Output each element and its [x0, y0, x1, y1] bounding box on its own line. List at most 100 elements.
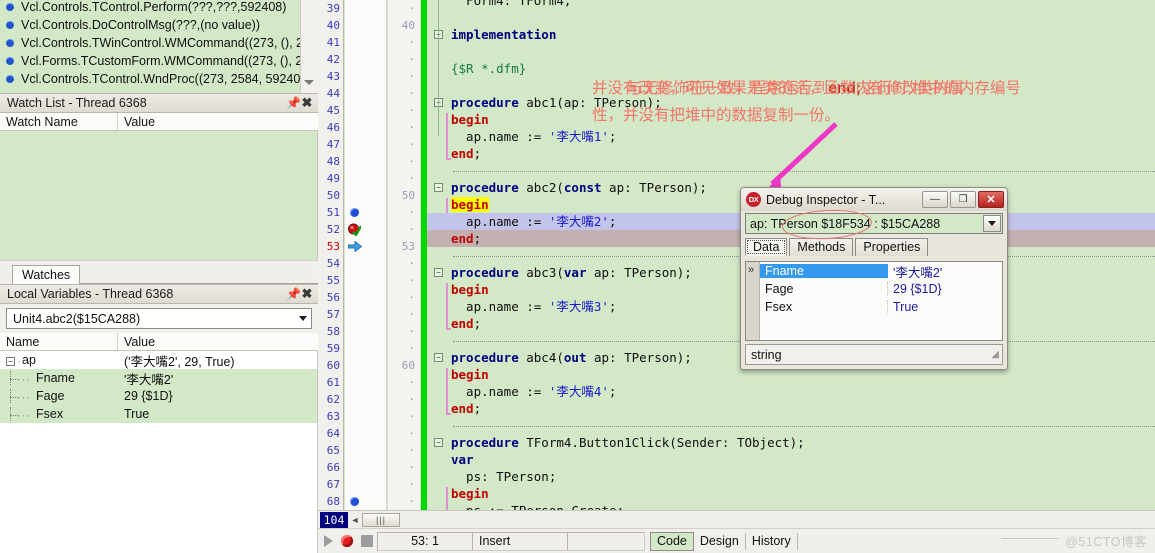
tab-watches[interactable]: Watches [12, 265, 81, 284]
gutter-marker-slot[interactable] [345, 459, 386, 476]
view-tab-history[interactable]: History [746, 532, 798, 550]
view-tab-code[interactable]: Code [650, 531, 694, 551]
inspector-tab-methods[interactable]: Methods [789, 238, 854, 256]
gutter-marker-slot[interactable] [345, 408, 386, 425]
inspector-expression-combo[interactable]: ap: TPerson $18F534 : $15CA288 [745, 207, 1003, 242]
breakpoint-verified-icon[interactable] [348, 223, 361, 236]
gutter-marker-slot[interactable] [345, 323, 386, 340]
inspector-tab-data[interactable]: Data [745, 238, 788, 256]
code-line[interactable] [427, 77, 1155, 94]
maximize-button[interactable]: ❐ [950, 191, 976, 208]
chevron-down-icon[interactable] [294, 309, 311, 328]
gutter-marker-slot[interactable] [345, 255, 386, 272]
gutter-marker-slot[interactable] [345, 289, 386, 306]
gutter-marker-slot[interactable] [345, 374, 386, 391]
gutter-marker-slot[interactable] [345, 340, 386, 357]
gutter-marker-slot[interactable] [345, 476, 386, 493]
gutter-marker-slot[interactable] [345, 85, 386, 102]
call-stack-scrollbar[interactable] [300, 0, 318, 93]
inspector-row[interactable]: Fname '李大嘴2' [760, 262, 1002, 280]
column-header-name[interactable]: Name [0, 333, 118, 350]
code-line[interactable]: begin [427, 485, 1155, 502]
run-icon[interactable] [324, 535, 333, 547]
scrollbar-thumb[interactable]: ||| [362, 512, 400, 527]
code-editor[interactable]: 39 40 41 42 43 44 45 46 47 48 49 50 51 52 53 54 55 56 57 58… [318, 0, 1155, 516]
gutter-marker-slot[interactable] [345, 51, 386, 68]
code-line[interactable]: implementation [427, 26, 1155, 43]
column-header-watch-name[interactable]: Watch Name [0, 113, 118, 130]
breakpoint-icon[interactable] [350, 497, 359, 506]
gutter-marker-slot[interactable] [345, 442, 386, 459]
close-icon[interactable]: ✖ [300, 95, 314, 111]
scroll-down-arrow-icon[interactable] [304, 80, 314, 85]
breakpoint-gutter[interactable] [345, 0, 387, 516]
gutter-marker-slot[interactable] [345, 425, 386, 442]
code-line[interactable]: ps: TPerson; [427, 468, 1155, 485]
code-line[interactable]: ap.name := '李大嘴1'; [427, 128, 1155, 145]
gutter-marker-slot[interactable] [345, 272, 386, 289]
call-stack-row[interactable]: Vcl.Controls.TControl.WndProc((273, 2584… [0, 70, 318, 88]
minimize-button[interactable]: — [922, 191, 948, 208]
gutter-marker-slot[interactable] [345, 357, 386, 374]
call-stack-row[interactable]: Vcl.Controls.DoControlMsg(???,(no value)… [0, 16, 300, 34]
close-icon[interactable]: ✖ [300, 286, 314, 302]
inspector-tab-properties[interactable]: Properties [855, 238, 929, 256]
gutter-marker-slot[interactable] [345, 187, 386, 204]
stop-icon[interactable] [361, 535, 373, 547]
code-line[interactable]: var [427, 451, 1155, 468]
resize-grip-icon[interactable]: ◢ [991, 349, 999, 360]
gutter-marker-slot[interactable] [345, 306, 386, 323]
code-line[interactable]: procedure TForm4.Button1Click(Sender: TO… [427, 434, 1155, 451]
column-header-value[interactable]: Value [118, 333, 318, 350]
pin-icon[interactable]: 📌 [286, 287, 301, 301]
local-variable-row[interactable]: ··· Fname '李大嘴2' [0, 369, 317, 387]
code-line[interactable]: begin [427, 111, 1155, 128]
local-variable-row[interactable]: ··· Fsex True [0, 405, 317, 423]
inspector-tabs[interactable]: Data Methods Properties [745, 237, 1003, 256]
tree-collapse-icon[interactable]: − [6, 357, 15, 366]
editor-horizontal-scrollbar[interactable]: 104 ◄ ||| [318, 510, 1155, 528]
local-variable-row[interactable]: − ··· ap ('李大嘴2', 29, True) [0, 351, 317, 369]
gutter-marker-slot[interactable] [345, 170, 386, 187]
code-line[interactable]: end; [427, 400, 1155, 417]
gutter-marker-slot[interactable] [345, 119, 386, 136]
call-stack-row[interactable]: Vcl.Controls.TWinControl.WMCommand((273,… [0, 34, 310, 52]
code-line[interactable]: Form4: TForm4; [427, 0, 1155, 9]
call-stack-row[interactable]: Vcl.Forms.TCustomForm.WMCommand((273, ()… [0, 52, 309, 70]
code-line[interactable]: {$R *.dfm} [427, 60, 1155, 77]
debug-inspector-window[interactable]: DX Debug Inspector - T... — ❐ ✕ ap: TPer… [740, 187, 1008, 370]
inspector-title-bar[interactable]: DX Debug Inspector - T... — ❐ ✕ [741, 188, 1007, 211]
local-variables-tree[interactable]: − ··· ap ('李大嘴2', 29, True) ··· Fname '李大嘴2' ··… [0, 351, 318, 553]
record-icon[interactable] [341, 535, 353, 547]
code-line[interactable]: procedure abc1(ap: TPerson); [427, 94, 1155, 111]
gutter-marker-slot[interactable] [345, 34, 386, 51]
gutter-marker-slot[interactable] [345, 221, 386, 238]
gutter-marker-slot[interactable] [345, 68, 386, 85]
gutter-marker-slot[interactable] [345, 238, 386, 255]
chevron-down-icon[interactable] [983, 215, 1001, 232]
code-line[interactable]: ap.name := '李大嘴4'; [427, 383, 1155, 400]
gutter-marker-slot[interactable] [345, 136, 386, 153]
editor-view-tabs[interactable]: Code Design History [650, 531, 798, 551]
pin-icon[interactable]: 📌 [286, 96, 301, 110]
view-tab-design[interactable]: Design [694, 532, 746, 550]
local-variable-row[interactable]: ··· Fage 29 {$1D} [0, 387, 317, 405]
inspector-data-grid[interactable]: » Fname '李大嘴2' Fage 29 {$1D} Fsex True [745, 261, 1003, 341]
close-button[interactable]: ✕ [978, 191, 1004, 208]
inspector-row[interactable]: Fsex True [760, 298, 1002, 316]
code-line[interactable]: end; [427, 145, 1155, 162]
watch-list-body[interactable] [0, 131, 318, 260]
gutter-marker-slot[interactable] [345, 0, 386, 17]
scope-dropdown[interactable]: Unit4.abc2($15CA288) [6, 308, 312, 329]
column-header-value[interactable]: Value [118, 113, 318, 130]
breakpoint-icon[interactable] [350, 208, 359, 217]
gutter-marker-slot[interactable] [345, 204, 386, 221]
call-stack-panel[interactable]: Vcl.Controls.TControl.Perform(???,???,59… [0, 0, 318, 93]
scroll-left-arrow-icon[interactable]: ◄ [348, 515, 362, 525]
call-stack-row[interactable]: Vcl.Controls.TControl.Perform(???,???,59… [0, 0, 300, 16]
gutter-marker-slot[interactable] [345, 391, 386, 408]
code-line[interactable] [427, 43, 1155, 60]
gutter-marker-slot[interactable] [345, 493, 386, 510]
inspector-row[interactable]: Fage 29 {$1D} [760, 280, 1002, 298]
gutter-marker-slot[interactable] [345, 17, 386, 34]
